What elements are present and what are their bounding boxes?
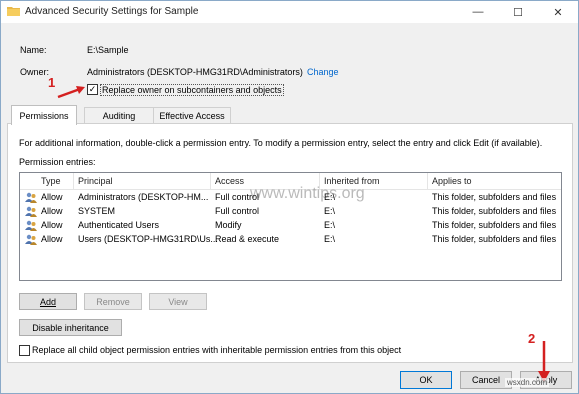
row-type: Allow xyxy=(41,234,63,244)
row-principal: Administrators (DESKTOP-HM... xyxy=(78,192,209,202)
annotation-step-2: 2 xyxy=(528,331,536,346)
permission-entries-list[interactable]: Type Principal Access Inherited from App… xyxy=(19,172,562,281)
add-button-label: Add xyxy=(39,296,56,307)
row-applies-to: This folder, subfolders and files xyxy=(432,220,557,230)
tab-permissions[interactable]: Permissions xyxy=(11,105,77,125)
ok-button[interactable]: OK xyxy=(400,371,452,389)
view-button-label: View xyxy=(168,296,188,307)
maximize-button[interactable]: ☐ xyxy=(498,1,538,23)
tab-effective-access[interactable]: Effective Access xyxy=(153,107,231,124)
column-header-applies-to[interactable]: Applies to xyxy=(432,176,472,186)
remove-button-label: Remove xyxy=(96,296,130,307)
minimize-button[interactable]: — xyxy=(458,1,498,23)
table-row[interactable]: Allow SYSTEM Full control E:\ This folde… xyxy=(20,205,561,219)
table-row[interactable]: Allow Authenticated Users Modify E:\ Thi… xyxy=(20,219,561,233)
name-value: E:\Sample xyxy=(87,45,129,55)
title-bar: Advanced Security Settings for Sample — … xyxy=(1,1,578,23)
annotation-arrow-2 xyxy=(538,341,550,382)
close-button[interactable]: ✕ xyxy=(538,1,578,23)
row-applies-to: This folder, subfolders and files xyxy=(432,206,557,216)
view-button[interactable]: View xyxy=(149,293,207,310)
owner-value: Administrators (DESKTOP-HMG31RD\Administ… xyxy=(87,67,303,77)
users-icon xyxy=(25,220,37,231)
annotation-arrow-1 xyxy=(57,86,85,99)
row-inherited-from: E:\ xyxy=(324,234,336,244)
row-access: Read & execute xyxy=(215,234,280,244)
table-row[interactable]: Allow Users (DESKTOP-HMG31RD\Us... Read … xyxy=(20,233,561,247)
row-type: Allow xyxy=(41,192,63,202)
replace-owner-label[interactable]: Replace owner on subcontainers and objec… xyxy=(100,84,284,96)
users-icon xyxy=(25,206,37,217)
row-applies-to: This folder, subfolders and files xyxy=(432,192,557,202)
column-header-type[interactable]: Type xyxy=(41,176,61,186)
row-principal: SYSTEM xyxy=(78,206,116,216)
replace-owner-checkbox[interactable]: ✓ xyxy=(87,84,98,95)
row-principal: Users (DESKTOP-HMG31RD\Us... xyxy=(78,234,218,244)
advanced-security-window: Advanced Security Settings for Sample — … xyxy=(0,0,579,394)
replace-child-permissions-label[interactable]: Replace all child object permission entr… xyxy=(32,345,401,355)
column-header-principal[interactable]: Principal xyxy=(78,176,113,186)
annotation-step-1: 1 xyxy=(48,75,56,90)
row-access: Full control xyxy=(215,206,260,216)
row-principal: Authenticated Users xyxy=(78,220,160,230)
users-icon xyxy=(25,234,37,245)
watermark-wintips: www.wintips.org xyxy=(250,185,365,202)
disable-inheritance-button[interactable]: Disable inheritance xyxy=(19,319,122,336)
column-header-access[interactable]: Access xyxy=(215,176,244,186)
permission-entries-label: Permission entries: xyxy=(19,157,96,167)
watermark-wsxdn: wsxdn.com xyxy=(505,378,550,387)
remove-button[interactable]: Remove xyxy=(84,293,142,310)
row-type: Allow xyxy=(41,220,63,230)
row-type: Allow xyxy=(41,206,63,216)
permissions-info-text: For additional information, double-click… xyxy=(19,138,543,148)
name-label: Name: xyxy=(20,45,47,55)
owner-label: Owner: xyxy=(20,67,50,77)
tab-auditing[interactable]: Auditing xyxy=(84,107,154,124)
permissions-panel: For additional information, double-click… xyxy=(7,123,573,363)
users-icon xyxy=(25,192,37,203)
folder-icon xyxy=(7,7,20,16)
replace-child-permissions-checkbox[interactable] xyxy=(19,345,30,356)
row-applies-to: This folder, subfolders and files xyxy=(432,234,557,244)
row-inherited-from: E:\ xyxy=(324,220,336,230)
change-owner-link[interactable]: Change xyxy=(307,67,339,77)
row-inherited-from: E:\ xyxy=(324,206,336,216)
add-button[interactable]: Add xyxy=(19,293,77,310)
window-title: Advanced Security Settings for Sample xyxy=(25,6,199,17)
row-access: Modify xyxy=(215,220,242,230)
